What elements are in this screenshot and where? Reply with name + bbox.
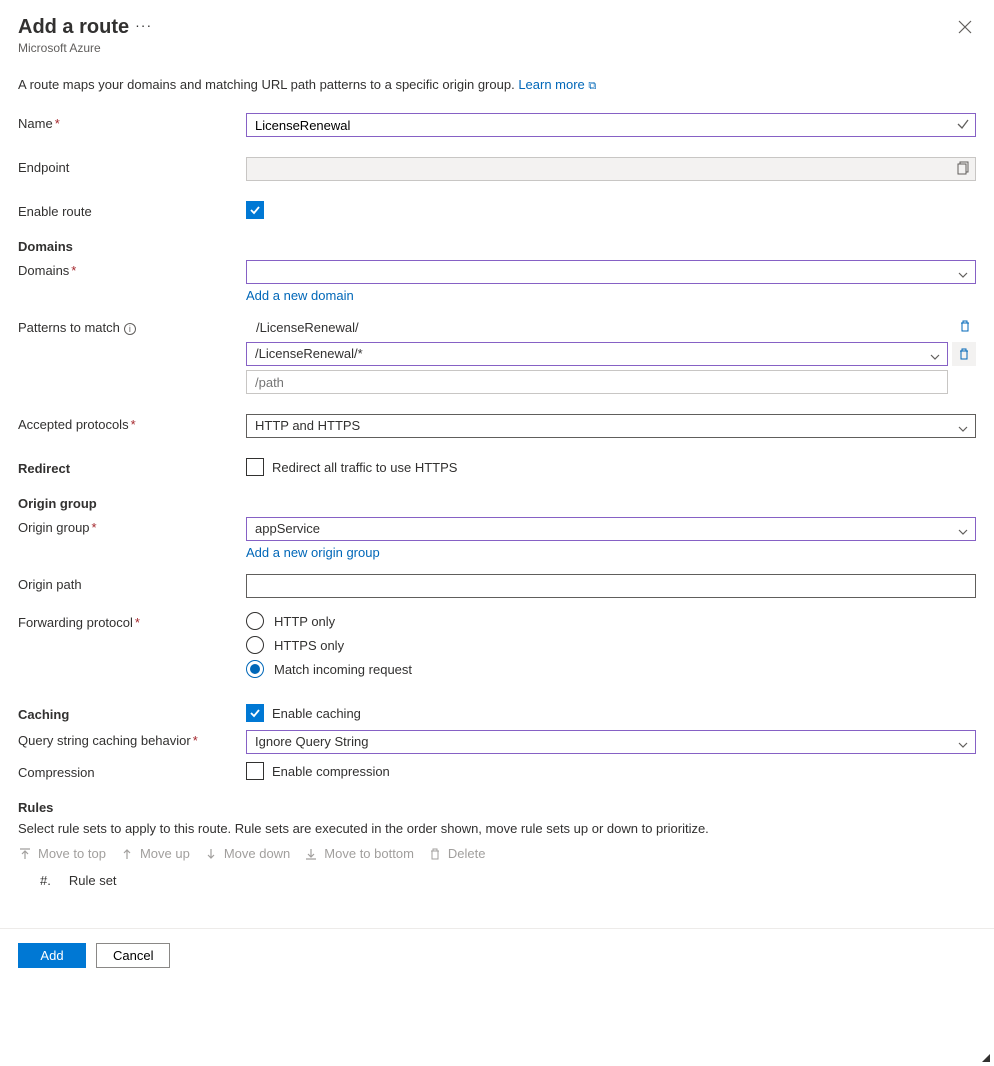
protocols-dropdown[interactable]: HTTP and HTTPS xyxy=(246,414,976,438)
chevron-down-icon xyxy=(957,736,969,758)
origin-path-label: Origin path xyxy=(18,574,246,592)
name-input[interactable] xyxy=(246,113,976,137)
rules-col-number: #. xyxy=(40,873,51,888)
panel-title: Add a route xyxy=(18,16,129,39)
forwarding-protocol-label: Forwarding protocol* xyxy=(18,612,246,630)
domains-section-heading: Domains xyxy=(18,239,976,254)
chevron-down-icon xyxy=(929,348,941,370)
learn-more-link[interactable]: Learn more ⧉ xyxy=(518,77,596,92)
enable-route-label: Enable route xyxy=(18,201,246,219)
radio-label: Match incoming request xyxy=(274,662,412,677)
chevron-down-icon xyxy=(957,420,969,442)
origin-section-heading: Origin group xyxy=(18,496,976,511)
chevron-down-icon xyxy=(957,266,969,288)
resize-handle-icon[interactable] xyxy=(982,1054,990,1062)
enable-route-checkbox[interactable] xyxy=(246,201,264,219)
panel-subtitle: Microsoft Azure xyxy=(18,41,152,55)
move-up-button[interactable]: Move up xyxy=(120,846,190,861)
domains-label: Domains* xyxy=(18,260,246,278)
enable-compression-label: Enable compression xyxy=(272,764,390,779)
delete-pattern-icon[interactable] xyxy=(954,317,976,338)
patterns-label: Patterns to matchi xyxy=(18,317,246,335)
add-domain-link[interactable]: Add a new domain xyxy=(246,288,354,303)
enable-caching-label: Enable caching xyxy=(272,706,361,721)
redirect-https-checkbox[interactable] xyxy=(246,458,264,476)
origin-path-input[interactable] xyxy=(246,574,976,598)
rules-section-heading: Rules xyxy=(18,800,976,815)
copy-icon[interactable] xyxy=(957,161,971,178)
forwarding-https-radio[interactable]: HTTPS only xyxy=(246,636,976,654)
redirect-section-heading: Redirect xyxy=(18,458,246,476)
pattern-new-input[interactable] xyxy=(246,370,948,394)
panel-description: A route maps your domains and matching U… xyxy=(18,77,976,93)
add-button[interactable]: Add xyxy=(18,943,86,968)
qs-caching-label: Query string caching behavior* xyxy=(18,730,246,748)
more-icon[interactable]: ··· xyxy=(129,17,152,33)
endpoint-input xyxy=(246,157,976,181)
arrow-down-icon xyxy=(204,847,218,861)
endpoint-label: Endpoint xyxy=(18,157,246,175)
rules-col-name: Rule set xyxy=(69,873,117,888)
redirect-https-label: Redirect all traffic to use HTTPS xyxy=(272,460,457,475)
arrow-top-icon xyxy=(18,847,32,861)
radio-label: HTTPS only xyxy=(274,638,344,653)
protocols-label: Accepted protocols* xyxy=(18,414,246,432)
domains-dropdown[interactable] xyxy=(246,260,976,284)
pattern-static-text: /LicenseRenewal/ xyxy=(256,320,359,335)
qs-caching-dropdown[interactable]: Ignore Query String xyxy=(246,730,976,754)
origin-group-label: Origin group* xyxy=(18,517,246,535)
arrow-bottom-icon xyxy=(304,847,318,861)
radio-label: HTTP only xyxy=(274,614,335,629)
forwarding-match-radio[interactable]: Match incoming request xyxy=(246,660,976,678)
forwarding-http-radio[interactable]: HTTP only xyxy=(246,612,976,630)
check-icon xyxy=(956,117,970,134)
move-to-bottom-button[interactable]: Move to bottom xyxy=(304,846,414,861)
cancel-button[interactable]: Cancel xyxy=(96,943,170,968)
delete-pattern-button[interactable] xyxy=(952,342,976,366)
name-label: Name* xyxy=(18,113,246,131)
add-origin-group-link[interactable]: Add a new origin group xyxy=(246,545,380,560)
compression-label: Compression xyxy=(18,762,246,780)
rules-description: Select rule sets to apply to this route.… xyxy=(18,821,976,836)
caching-section-heading: Caching xyxy=(18,704,246,722)
arrow-up-icon xyxy=(120,847,134,861)
move-down-button[interactable]: Move down xyxy=(204,846,290,861)
close-button[interactable] xyxy=(954,16,976,43)
enable-caching-checkbox[interactable] xyxy=(246,704,264,722)
close-icon xyxy=(958,20,972,34)
external-link-icon: ⧉ xyxy=(588,80,596,92)
move-to-top-button[interactable]: Move to top xyxy=(18,846,106,861)
pattern-dropdown[interactable]: /LicenseRenewal/* xyxy=(246,342,948,366)
delete-rule-button[interactable]: Delete xyxy=(428,846,486,861)
enable-compression-checkbox[interactable] xyxy=(246,762,264,780)
origin-group-dropdown[interactable]: appService xyxy=(246,517,976,541)
trash-icon xyxy=(428,847,442,861)
chevron-down-icon xyxy=(957,523,969,545)
info-icon[interactable]: i xyxy=(124,323,136,335)
